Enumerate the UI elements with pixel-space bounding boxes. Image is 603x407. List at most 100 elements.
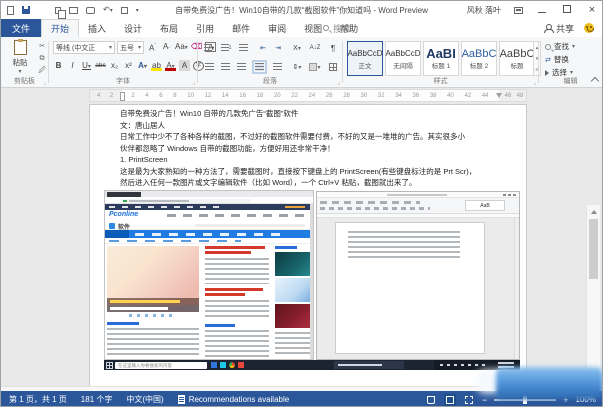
mock-taskbar-search: 在这里输入你要搜索的内容 — [115, 362, 207, 369]
document-line[interactable]: 日常工作中少不了各种各样的截图，不过好的截图软件需要付费，不好的又是一堆堆的广告… — [120, 131, 516, 143]
subscript-icon[interactable]: x₂ — [109, 60, 120, 71]
document-line[interactable]: 伙伴都忽略了 Windows 自带的截图功能，方便好用还非常干净！ — [120, 143, 516, 155]
account-name[interactable]: 风秋 落叶 — [467, 5, 501, 16]
window-layout-icon[interactable] — [69, 7, 78, 14]
new-document-icon[interactable] — [7, 6, 14, 15]
web-layout-button[interactable] — [463, 394, 475, 406]
numbering-icon[interactable]: 1 — [219, 42, 233, 54]
paragraph-dialog-launcher[interactable]: ⌟ — [337, 80, 340, 86]
ribbon-tab[interactable]: 邮件 — [223, 19, 259, 37]
character-shading-icon[interactable]: A — [179, 60, 190, 71]
show-marks-icon[interactable]: ¶ — [326, 42, 340, 54]
search-box[interactable]: 搜索 — [323, 19, 351, 37]
ribbon-tab[interactable]: 布局 — [151, 19, 187, 37]
paste-button[interactable]: 粘贴 ▾ — [5, 40, 35, 81]
grow-font-icon[interactable]: Aˆ — [147, 41, 158, 52]
share-label: 共享 — [556, 22, 574, 35]
word-count[interactable]: 181 个字 — [81, 394, 113, 405]
scrollbar-thumb[interactable] — [589, 219, 598, 279]
align-right-icon[interactable] — [234, 61, 248, 73]
style-cell[interactable]: AaBbCcD 正文 — [347, 41, 383, 76]
ribbon-tab[interactable]: 插入 — [79, 19, 115, 37]
style-preview: AaBbCcD — [347, 48, 382, 60]
read-mode-button[interactable] — [425, 394, 437, 406]
minimize-icon[interactable] — [538, 12, 546, 13]
bold-icon[interactable]: B — [53, 60, 64, 71]
ribbon-display-options-icon[interactable] — [514, 7, 523, 14]
search-icon — [323, 25, 329, 31]
shading-icon[interactable]: ▾ — [308, 61, 322, 73]
scroll-up-icon[interactable] — [591, 210, 597, 214]
maximize-icon[interactable] — [563, 5, 571, 13]
copy-icon[interactable]: ⧉ — [37, 54, 47, 63]
ribbon-tab[interactable]: 审阅 — [259, 19, 295, 37]
change-case-icon[interactable]: Aa▾ — [175, 41, 188, 52]
styles-dialog-launcher[interactable]: ⌟ — [533, 80, 536, 86]
close-icon[interactable]: × — [586, 4, 598, 16]
font-size-combo[interactable]: 五号▾ — [117, 41, 144, 54]
replace-button[interactable]: ⇄ 替换 — [545, 54, 569, 65]
distribute-icon[interactable] — [270, 61, 284, 73]
style-cell[interactable]: AaBI 标题 1 — [423, 41, 459, 76]
ruler-number: 22 — [291, 93, 298, 99]
ribbon-tab[interactable]: 引用 — [187, 19, 223, 37]
mock-download-thumb-1 — [275, 252, 313, 276]
indent-marker[interactable] — [120, 92, 125, 101]
format-painter-icon[interactable]: 🖉 — [37, 66, 47, 75]
sort-icon[interactable]: A↓Z — [308, 42, 322, 54]
ribbon-tab[interactable]: 开始 — [41, 19, 79, 37]
highlight-color-icon[interactable]: ab — [151, 60, 162, 71]
decrease-indent-icon[interactable]: ⇤ — [256, 42, 270, 54]
document-line[interactable]: 然后进入任何一款图片或文字编辑软件（比如 Word），一个 Ctrl+V 粘贴，… — [120, 177, 516, 189]
horizontal-ruler[interactable]: 42 2468101214161820222426283032343638404… — [89, 89, 527, 102]
document-page[interactable]: 自带免费没广告！Win10 自带的几款免广告“截图”软件文：唐山居人日常工作中少… — [89, 104, 527, 386]
recommendations-button[interactable]: Recommendations available — [178, 395, 290, 404]
align-center-icon[interactable] — [218, 61, 232, 73]
borders-icon[interactable] — [326, 61, 340, 73]
italic-icon[interactable]: I — [67, 60, 78, 71]
embedded-screenshot-image[interactable]: Pconline 软件 — [104, 190, 520, 370]
font-dialog-launcher[interactable]: ⌟ — [192, 80, 195, 86]
ribbon-tab[interactable]: 设计 — [115, 19, 151, 37]
cut-icon[interactable]: ✂ — [37, 42, 47, 51]
document-line[interactable]: 1. PrintScreen — [120, 154, 516, 166]
document-line[interactable]: 自带免费没广告！Win10 自带的几款免广告“截图”软件 — [120, 108, 516, 120]
style-cell[interactable]: AaBbCcD 无间隔 — [385, 41, 421, 76]
find-button[interactable]: 查找▾ — [545, 41, 575, 52]
multilevel-list-icon[interactable] — [236, 42, 250, 54]
font-color-icon[interactable]: A▾ — [165, 60, 176, 71]
bullets-icon[interactable]: • — [202, 42, 216, 54]
undo-icon[interactable]: ↶▾ — [103, 5, 113, 16]
asian-layout-icon[interactable]: X▾ — [290, 42, 304, 54]
align-left-icon[interactable] — [202, 61, 216, 73]
page-indicator[interactable]: 第 1 页，共 1 页 — [9, 394, 67, 405]
mock-channel-sub — [195, 224, 305, 227]
strikethrough-icon[interactable]: abc — [95, 60, 106, 71]
style-cell[interactable]: AaBbC 标题 — [499, 41, 535, 76]
clipboard-group-label: 剪贴板 — [1, 76, 48, 86]
right-margin-marker[interactable] — [496, 93, 502, 98]
mock-link-rows-2 — [205, 300, 269, 320]
text-effects-icon[interactable]: A▾ — [137, 60, 148, 71]
style-cell[interactable]: AaBbC 标题 2 — [461, 41, 497, 76]
document-line[interactable]: 文：唐山居人 — [120, 120, 516, 132]
line-spacing-icon[interactable]: ⇕▾ — [290, 61, 304, 73]
tab-file[interactable]: 文件 — [1, 19, 41, 37]
increase-indent-icon[interactable]: ⇥ — [271, 42, 285, 54]
print-preview-icon[interactable] — [86, 7, 95, 14]
share-button[interactable]: 共享 — [544, 19, 574, 37]
mock-nav-items — [135, 233, 285, 236]
font-name-combo[interactable]: 等线 (中文正▾ — [53, 41, 115, 54]
copy-icon[interactable] — [55, 7, 61, 14]
save-icon[interactable] — [22, 6, 30, 14]
shrink-font-icon[interactable]: Aˇ — [161, 41, 172, 52]
justify-icon[interactable] — [252, 61, 266, 73]
print-layout-button[interactable] — [444, 394, 456, 406]
clipboard-dialog-launcher[interactable]: ⌟ — [43, 80, 46, 86]
language-indicator[interactable]: 中文(中国) — [126, 394, 163, 405]
document-line[interactable]: 这是最为大家熟知的一种方法了，需要截图时，直接按下键盘上的 PrintScree… — [120, 166, 516, 178]
feedback-smiley-icon[interactable] — [584, 23, 594, 33]
underline-icon[interactable]: U▾ — [81, 60, 92, 71]
superscript-icon[interactable]: x² — [123, 60, 134, 71]
zoom-out-button[interactable]: − — [482, 395, 487, 405]
